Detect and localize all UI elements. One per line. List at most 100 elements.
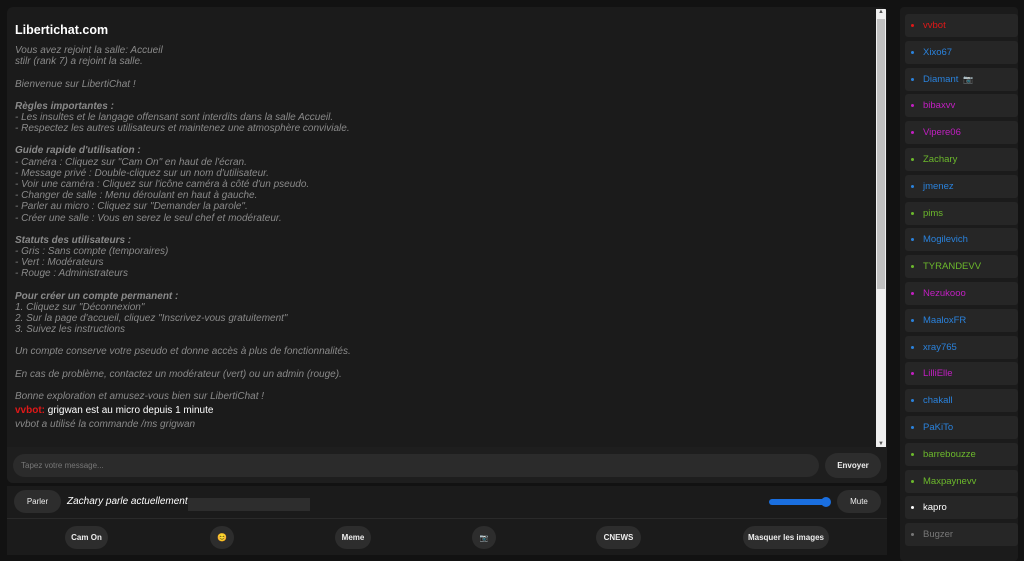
mute-button[interactable]: Mute (837, 490, 881, 513)
speak-bar: Parler Zachary parle actuellement Mute (7, 486, 887, 519)
user-list-item[interactable]: barrebouzze (905, 442, 1018, 466)
input-row: Envoyer (7, 447, 887, 483)
status-dot-icon (911, 506, 914, 510)
username: barrebouzze (923, 448, 976, 460)
username: Nezukooo (923, 288, 966, 299)
goodbye-message: Bonne exploration et amusez-vous bien su… (15, 390, 265, 402)
account-note: Un compte conserve votre pseudo et donne… (15, 346, 351, 358)
user-list-item[interactable]: jmenez (905, 174, 1018, 198)
status-dot-icon (911, 372, 914, 376)
username: LilliElle (923, 368, 953, 380)
cam-on-button[interactable]: Cam On (65, 526, 108, 549)
talk-button[interactable]: Parler (14, 490, 61, 513)
guide-line: - Caméra : Cliquez sur "Cam On" en haut … (15, 156, 247, 168)
user-list-item[interactable]: pims (905, 201, 1018, 225)
message-input[interactable] (13, 454, 819, 477)
camera-icon: 📷 (479, 534, 489, 542)
account-line: 2. Sur la page d'accueil, cliquez "Inscr… (15, 313, 288, 325)
user-list-item[interactable]: LilliElle (905, 362, 1018, 386)
username: MaaloxFR (923, 314, 967, 326)
user-list-item[interactable]: MaaloxFR (905, 308, 1018, 332)
username: Maxpaynevv (923, 475, 977, 487)
user-list-item[interactable]: Zachary (905, 148, 1018, 171)
user-list-item[interactable]: bibaxvv (905, 94, 1018, 118)
user-list-item[interactable]: Xixo67 (905, 40, 1018, 64)
account-line: 3. Suivez les instructions (15, 324, 126, 336)
hide-images-button[interactable]: Masquer les images (743, 526, 829, 549)
camera-icon[interactable]: 📷 (963, 75, 973, 84)
username: xray765 (923, 341, 957, 353)
volume-slider-knob[interactable] (821, 497, 831, 507)
system-message: stilr (rank 7) a rejoint la salle. (15, 56, 143, 68)
status-dot-icon (911, 426, 914, 429)
meme-button[interactable]: Meme (335, 526, 371, 549)
status-dot-icon (911, 238, 914, 242)
status-line: - Rouge : Administrateurs (15, 268, 129, 280)
username: jmenez (923, 180, 954, 192)
account-line: 1. Cliquez sur "Déconnexion" (15, 301, 145, 313)
guide-line: - Créer une salle : Vous en serez le seu… (15, 212, 282, 224)
guide-heading: Guide rapide d'utilisation : (15, 145, 141, 157)
status-heading: Statuts des utilisateurs : (15, 234, 132, 246)
user-list-item[interactable]: Nezukooo (905, 282, 1018, 305)
rule-line: - Respectez les autres utilisateurs et m… (15, 123, 350, 135)
chat-message: vvbot: grigwan est au micro depuis 1 min… (15, 405, 867, 416)
status-line: - Gris : Sans compte (temporaires) (15, 246, 169, 258)
status-dot-icon (911, 292, 914, 295)
user-list-item[interactable]: Mogilevich (905, 228, 1018, 252)
photo-button[interactable]: 📷 (472, 526, 496, 549)
username: Mogilevich (923, 234, 968, 246)
message-author[interactable]: vvbot: (15, 405, 45, 416)
user-list-item[interactable]: Diamant 📷 (905, 67, 1018, 91)
status-dot-icon (911, 77, 914, 81)
speaker-status: Zachary parle actuellement (67, 496, 188, 507)
account-heading: Pour créer un compte permanent : (15, 290, 179, 302)
status-dot-icon (911, 131, 914, 135)
message-list: Libertichat.com Vous avez rejoint la sal… (7, 7, 875, 447)
bottom-panel: Parler Zachary parle actuellement Mute C… (7, 486, 887, 555)
site-title: Libertichat.com (15, 23, 109, 37)
username: kapro (923, 502, 947, 514)
user-list-item[interactable]: Bugzer (905, 523, 1018, 547)
status-dot-icon (911, 24, 914, 27)
status-dot-icon (911, 50, 914, 54)
status-dot-icon (911, 158, 914, 161)
status-dot-icon (911, 452, 914, 456)
rule-line: - Les insultes et le langage offensant s… (15, 112, 334, 124)
cnews-button[interactable]: CNEWS (596, 526, 641, 549)
status-dot-icon (911, 104, 914, 108)
username: TYRANDEVV (923, 261, 982, 273)
user-list-item[interactable]: Maxpaynevv (905, 469, 1018, 493)
username: Xixo67 (923, 46, 953, 58)
user-list-item[interactable]: xray765 (905, 335, 1018, 359)
welcome-message: Bienvenue sur LibertiChat ! (15, 78, 136, 90)
scrollbar-thumb[interactable] (877, 19, 885, 289)
scroll-up-icon[interactable]: ▲ (876, 9, 886, 15)
volume-slider[interactable] (769, 497, 831, 507)
user-list-item[interactable]: kapro (905, 496, 1018, 520)
emoji-button[interactable]: 😊 (210, 526, 234, 549)
chat-panel: Libertichat.com Vous avez rejoint la sal… (7, 7, 887, 483)
user-list-item[interactable]: vvbot (905, 14, 1018, 37)
status-dot-icon (911, 318, 914, 322)
status-dot-icon (911, 265, 914, 269)
message-text: grigwan est au micro depuis 1 minute (45, 405, 214, 417)
user-list-item[interactable]: chakall (905, 389, 1018, 413)
guide-line: - Parler au micro : Cliquez sur "Demande… (15, 201, 248, 213)
user-list: vvbot Xixo67 Diamant 📷 bibaxvv Vipere06 Zachar… (900, 7, 1018, 561)
scrollbar[interactable]: ▲ ▼ (876, 9, 886, 447)
status-dot-icon (911, 184, 914, 188)
send-button[interactable]: Envoyer (825, 453, 881, 478)
username: Bugzer (923, 529, 954, 541)
username: pims (923, 207, 944, 219)
user-list-item[interactable]: Vipere06 (905, 121, 1018, 145)
user-list-item[interactable]: PaKiTo (905, 416, 1018, 439)
smiley-icon: 😊 (217, 533, 227, 542)
system-message: Vous avez rejoint la salle: Accueil (15, 45, 163, 57)
guide-line: - Message privé : Double-cliquez sur un … (15, 167, 269, 179)
status-dot-icon (911, 479, 914, 483)
problem-note: En cas de problème, contactez un modérat… (15, 368, 342, 380)
guide-line: - Voir une caméra : Cliquez sur l'icône … (15, 179, 310, 191)
user-list-item[interactable]: TYRANDEVV (905, 255, 1018, 279)
system-message: vvbot a utilisé la commande /ms grigwan (15, 419, 196, 431)
